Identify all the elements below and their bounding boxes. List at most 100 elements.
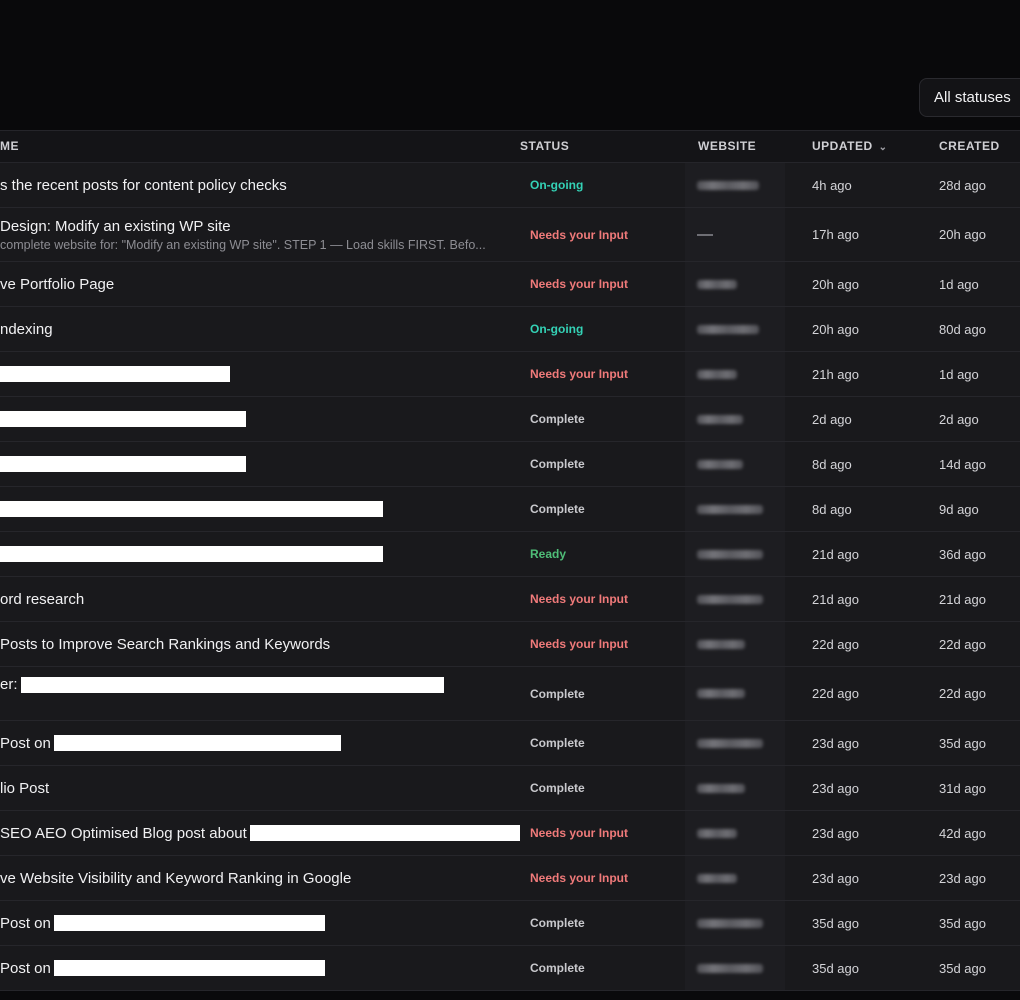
column-header-status[interactable]: STATUS [520, 131, 569, 162]
website-cell[interactable] [697, 397, 743, 441]
redacted-text [53, 960, 325, 976]
task-name[interactable]: Post on [0, 901, 325, 945]
status-badge: Complete [530, 781, 585, 795]
created-time: 1d ago [939, 276, 979, 292]
website-cell[interactable] [697, 442, 743, 486]
task-name-line: ndexing [0, 321, 53, 338]
website-cell[interactable] [697, 901, 763, 945]
table-row[interactable]: Complete 8d ago 14d ago [0, 442, 1020, 487]
created-time: 35d ago [939, 960, 986, 976]
table-row[interactable]: er: Complete 22d ago 22d ago [0, 667, 1020, 721]
website-cell[interactable] [697, 532, 763, 576]
task-name[interactable]: Design: Modify an existing WP site comple… [0, 208, 486, 261]
created-time: 1d ago [939, 366, 979, 382]
table-row[interactable]: ord research Needs your Input 21d ago 21d a… [0, 577, 1020, 622]
table-row[interactable]: Ready 21d ago 36d ago [0, 532, 1020, 577]
task-name-line: Posts to Improve Search Rankings and Key… [0, 636, 330, 653]
status-badge: Needs your Input [530, 826, 629, 840]
column-header-updated[interactable]: UPDATED ⌄ [812, 131, 888, 162]
table-body: s the recent posts for content policy ch… [0, 163, 1020, 991]
task-name[interactable]: Posts to Improve Search Rankings and Key… [0, 622, 330, 666]
task-name[interactable]: s the recent posts for content policy ch… [0, 163, 287, 207]
task-name[interactable]: SEO AEO Optimised Blog post about [0, 811, 520, 855]
status-badge: Needs your Input [530, 367, 629, 381]
table-row[interactable]: s the recent posts for content policy ch… [0, 163, 1020, 208]
task-name[interactable] [0, 487, 383, 531]
website-cell[interactable] [697, 577, 763, 621]
status-badge: Needs your Input [530, 277, 629, 291]
redacted-text [53, 735, 341, 751]
task-name[interactable]: ve Website Visibility and Keyword Rankin… [0, 856, 351, 900]
task-name-line: Post on [0, 735, 341, 752]
created-time: 2d ago [939, 411, 979, 427]
table-row[interactable]: Needs your Input 21h ago 1d ago [0, 352, 1020, 397]
website-cell[interactable] [697, 946, 763, 990]
website-cell[interactable] [697, 163, 759, 207]
task-name-line [0, 501, 383, 517]
table-row[interactable]: ve Portfolio Page Needs your Input 20h ago… [0, 262, 1020, 307]
created-time: 22d ago [939, 686, 986, 701]
website-blurred [697, 828, 737, 838]
website-blurred [697, 459, 743, 469]
task-name[interactable] [0, 532, 383, 576]
website-blurred [697, 279, 737, 289]
created-time: 42d ago [939, 825, 986, 841]
website-cell[interactable] [697, 262, 737, 306]
website-cell[interactable] [697, 622, 745, 666]
table-row[interactable]: ve Website Visibility and Keyword Rankin… [0, 856, 1020, 901]
website-blurred [697, 918, 763, 928]
redacted-text [0, 456, 246, 472]
redacted-text [53, 915, 325, 931]
updated-time: 20h ago [812, 276, 859, 292]
column-header-created[interactable]: CREATED [939, 131, 1000, 162]
table-row[interactable]: Posts to Improve Search Rankings and Key… [0, 622, 1020, 667]
website-cell[interactable] [697, 721, 763, 765]
website-cell[interactable] [697, 307, 759, 351]
status-badge: Complete [530, 457, 585, 471]
status-badge: Complete [530, 502, 585, 516]
table-row[interactable]: Complete 8d ago 9d ago [0, 487, 1020, 532]
created-time: 23d ago [939, 870, 986, 886]
table-row[interactable]: ndexing On-going 20h ago 80d ago [0, 307, 1020, 352]
task-name[interactable]: ve Portfolio Page [0, 262, 114, 306]
website-cell[interactable] [697, 352, 737, 396]
column-header-name[interactable]: ME [0, 131, 19, 162]
updated-time: 4h ago [812, 177, 852, 193]
task-name-line: s the recent posts for content policy ch… [0, 177, 287, 194]
task-name[interactable] [0, 397, 246, 441]
task-name-text: lio Post [0, 779, 50, 797]
website-cell[interactable] [697, 667, 745, 720]
website-cell[interactable] [697, 856, 737, 900]
website-cell[interactable] [697, 487, 763, 531]
task-name[interactable]: er: [0, 667, 444, 720]
task-name-line: ve Portfolio Page [0, 276, 114, 293]
status-badge: Needs your Input [530, 637, 629, 651]
task-name[interactable]: Post on [0, 721, 341, 765]
table-row[interactable]: Post on Complete 35d ago 35d ago [0, 901, 1020, 946]
website-empty [697, 233, 713, 236]
table-row[interactable]: Post on Complete 23d ago 35d ago [0, 721, 1020, 766]
task-name[interactable] [0, 352, 230, 396]
table-row[interactable]: SEO AEO Optimised Blog post about Needs y… [0, 811, 1020, 856]
column-header-website[interactable]: WEBSITE [698, 131, 756, 162]
task-name[interactable] [0, 442, 246, 486]
task-name[interactable]: ndexing [0, 307, 53, 351]
task-name[interactable]: ord research [0, 577, 84, 621]
website-blurred [697, 594, 763, 604]
updated-time: 35d ago [812, 960, 859, 976]
redacted-text [20, 676, 444, 693]
website-cell[interactable] [697, 766, 745, 810]
status-filter-dropdown[interactable]: All statuses [919, 78, 1020, 117]
website-cell[interactable] [697, 208, 713, 261]
website-cell[interactable] [697, 811, 737, 855]
table-row[interactable]: lio Post Complete 23d ago 31d ago [0, 766, 1020, 811]
status-badge: Complete [530, 736, 585, 750]
website-blurred [697, 639, 745, 649]
table-row[interactable]: Complete 2d ago 2d ago [0, 397, 1020, 442]
task-name[interactable]: Post on [0, 946, 325, 990]
task-name-text: Posts to Improve Search Rankings and Key… [0, 635, 331, 653]
table-row[interactable]: Post on Complete 35d ago 35d ago [0, 946, 1020, 991]
table-row[interactable]: Design: Modify an existing WP site comple… [0, 208, 1020, 262]
created-time: 20h ago [939, 227, 986, 242]
task-name[interactable]: lio Post [0, 766, 49, 810]
